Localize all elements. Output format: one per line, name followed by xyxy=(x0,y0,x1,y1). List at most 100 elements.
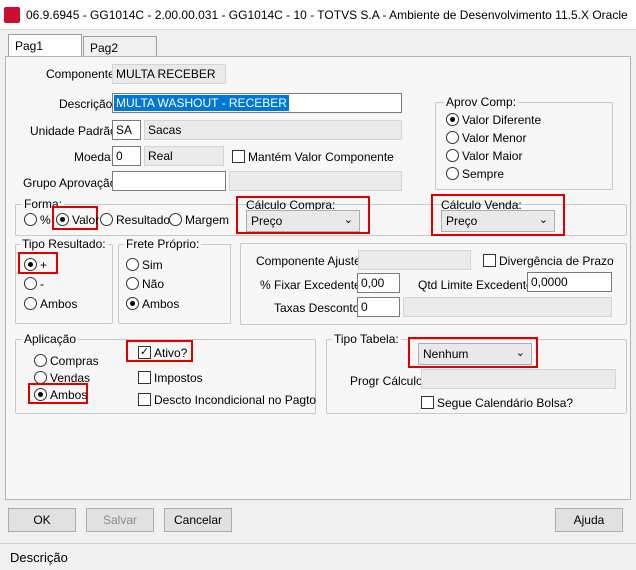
descricao-field[interactable]: MULTA WASHOUT - RECEBER xyxy=(112,93,402,113)
aplicacao-ambos-radio[interactable] xyxy=(34,388,47,402)
ativo-label: Ativo? xyxy=(154,345,188,360)
frete-sim-option[interactable]: Sim xyxy=(126,257,163,272)
window-title: 06.9.6945 - GG1014C - 2.00.00.031 - GG10… xyxy=(26,8,628,22)
aplicacao-compras-option[interactable]: Compras xyxy=(34,353,99,368)
frete-sim-radio[interactable] xyxy=(126,258,139,272)
grupo-aprovacao-desc-field xyxy=(229,171,402,191)
chevron-down-icon: ⌄ xyxy=(515,347,525,359)
tipo-tabela-select[interactable]: Nenhum ⌄ xyxy=(418,343,532,365)
cancelar-button[interactable]: Cancelar xyxy=(164,508,232,532)
calculo-compra-select[interactable]: Preço ⌄ xyxy=(246,210,360,232)
descto-checkbox[interactable]: Descto Incondicional no Pagto xyxy=(138,392,316,407)
aprov-sempre-radio[interactable] xyxy=(446,167,459,181)
aprov-valor-diferente-radio[interactable] xyxy=(446,113,459,127)
tab-pag1-label: Pag1 xyxy=(15,39,44,53)
tipo-resultado-ambos-option[interactable]: Ambos xyxy=(24,296,77,311)
componente-ajuste-field xyxy=(358,250,471,270)
qtd-limite-field[interactable]: 0,0000 xyxy=(527,272,612,292)
tipo-resultado-minus-radio[interactable] xyxy=(24,277,37,291)
frete-ambos-radio[interactable] xyxy=(126,297,139,311)
aplicacao-title: Aplicação xyxy=(22,332,79,346)
forma-valor-label: Valor xyxy=(72,212,100,227)
aprov-comp-title: Aprov Comp: xyxy=(444,95,519,109)
descto-check-box[interactable] xyxy=(138,393,151,407)
impostos-check-box[interactable] xyxy=(138,371,151,385)
aprov-valor-maior-label: Valor Maior xyxy=(462,148,523,163)
tab-pag1[interactable]: Pag1 xyxy=(8,34,82,56)
divergencia-prazo-checkbox[interactable]: Divergência de Prazo xyxy=(483,253,614,268)
segue-calendario-check-box[interactable] xyxy=(421,396,434,410)
aplicacao-compras-radio[interactable] xyxy=(34,354,47,368)
moeda-code-field[interactable]: 0 xyxy=(112,146,141,166)
componente-label: Componente: xyxy=(46,67,119,81)
progr-calculo-label: Progr Cálculo: xyxy=(350,374,427,388)
salvar-button[interactable]: Salvar xyxy=(86,508,154,532)
taxas-desconto-field[interactable]: 0 xyxy=(357,297,400,317)
chevron-down-icon: ⌄ xyxy=(343,214,353,226)
forma-resultado-option[interactable]: Resultado xyxy=(100,212,170,227)
aprov-valor-maior-radio[interactable] xyxy=(446,149,459,163)
tipo-resultado-minus-label: - xyxy=(40,276,44,291)
tipo-tabela-title: Tipo Tabela: xyxy=(332,332,401,346)
divergencia-prazo-label: Divergência de Prazo xyxy=(499,253,614,268)
frete-ambos-label: Ambos xyxy=(142,296,180,311)
forma-resultado-radio[interactable] xyxy=(100,213,113,227)
segue-calendario-label: Segue Calendário Bolsa? xyxy=(437,395,574,410)
forma-margem-label: Margem xyxy=(185,212,230,227)
aplicacao-compras-label: Compras xyxy=(50,353,99,368)
tab-pag2[interactable]: Pag2 xyxy=(83,36,157,56)
descto-label: Descto Incondicional no Pagto xyxy=(154,392,317,407)
tipo-resultado-ambos-label: Ambos xyxy=(40,296,78,311)
segue-calendario-checkbox[interactable]: Segue Calendário Bolsa? xyxy=(421,395,573,410)
frete-nao-label: Não xyxy=(142,276,165,291)
status-text: Descrição xyxy=(10,550,68,565)
aprov-sempre-option[interactable]: Sempre xyxy=(446,166,504,181)
aprov-valor-maior-option[interactable]: Valor Maior xyxy=(446,148,522,163)
unidade-desc-field: Sacas xyxy=(144,120,402,140)
divergencia-prazo-check-box[interactable] xyxy=(483,254,496,268)
calculo-venda-select[interactable]: Preço ⌄ xyxy=(441,210,555,232)
ok-button[interactable]: OK xyxy=(8,508,76,532)
title-bar: 06.9.6945 - GG1014C - 2.00.00.031 - GG10… xyxy=(0,0,636,30)
frete-nao-radio[interactable] xyxy=(126,277,139,291)
aprov-sempre-label: Sempre xyxy=(462,166,505,181)
tipo-resultado-minus-option[interactable]: - xyxy=(24,276,44,291)
aprov-valor-menor-label: Valor Menor xyxy=(462,130,527,145)
unidade-code-field[interactable]: SA xyxy=(112,120,141,140)
progr-calculo-field xyxy=(421,369,616,389)
frete-sim-label: Sim xyxy=(142,257,163,272)
descricao-selected-text: MULTA WASHOUT - RECEBER xyxy=(114,95,289,111)
forma-margem-option[interactable]: Margem xyxy=(169,212,229,227)
tab-pag2-label: Pag2 xyxy=(90,41,119,55)
unidade-label: Unidade Padrão: xyxy=(30,124,121,138)
forma-valor-option[interactable]: Valor xyxy=(56,212,99,227)
tipo-resultado-plus-option[interactable]: + xyxy=(24,257,47,272)
tipo-resultado-ambos-radio[interactable] xyxy=(24,297,37,311)
calculo-compra-value: Preço xyxy=(251,214,283,228)
componente-ajuste-label: Componente Ajuste: xyxy=(256,254,365,268)
mantem-valor-check-box[interactable] xyxy=(232,150,245,164)
ativo-checkbox[interactable]: ✓ Ativo? xyxy=(138,345,187,360)
ativo-check-box[interactable]: ✓ xyxy=(138,346,151,360)
impostos-label: Impostos xyxy=(154,370,203,385)
grupo-aprovacao-field[interactable] xyxy=(112,171,226,191)
impostos-checkbox[interactable]: Impostos xyxy=(138,370,203,385)
forma-margem-radio[interactable] xyxy=(169,213,182,227)
forma-percent-radio[interactable] xyxy=(24,213,37,227)
tipo-resultado-title: Tipo Resultado: xyxy=(20,237,108,251)
forma-valor-radio[interactable] xyxy=(56,213,69,227)
mantem-valor-checkbox[interactable]: Mantém Valor Componente xyxy=(232,149,394,164)
ajuda-button[interactable]: Ajuda xyxy=(555,508,623,532)
aprov-valor-menor-option[interactable]: Valor Menor xyxy=(446,130,526,145)
fixar-excedente-field[interactable]: 0,00 xyxy=(357,273,400,293)
forma-percent-option[interactable]: % xyxy=(24,212,51,227)
forma-percent-label: % xyxy=(40,212,51,227)
forma-resultado-label: Resultado xyxy=(116,212,171,227)
frete-nao-option[interactable]: Não xyxy=(126,276,164,291)
aplicacao-ambos-option[interactable]: Ambos xyxy=(34,387,87,402)
app-icon xyxy=(4,7,20,23)
aprov-valor-menor-radio[interactable] xyxy=(446,131,459,145)
aprov-valor-diferente-option[interactable]: Valor Diferente xyxy=(446,112,541,127)
tipo-resultado-plus-radio[interactable] xyxy=(24,258,37,272)
frete-ambos-option[interactable]: Ambos xyxy=(126,296,179,311)
